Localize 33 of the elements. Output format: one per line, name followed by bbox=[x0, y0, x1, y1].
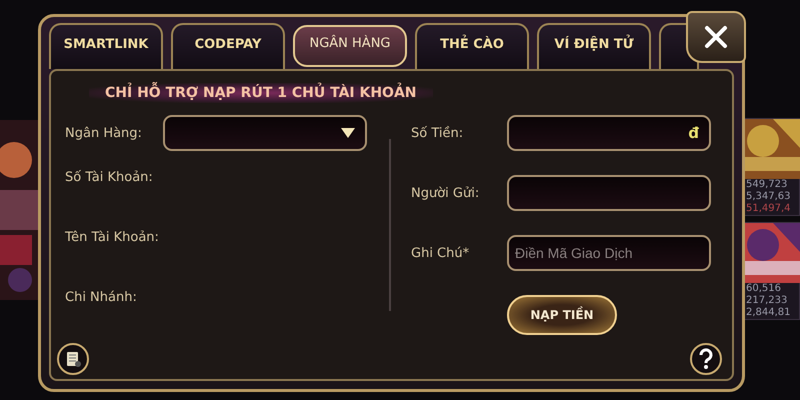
stat-value: 60,516 bbox=[745, 283, 782, 295]
tab[interactable]: NGÂN HÀNG bbox=[293, 25, 407, 67]
input-field[interactable] bbox=[507, 175, 711, 211]
field-label: Chi Nhánh: bbox=[65, 290, 138, 304]
close-button[interactable] bbox=[686, 11, 746, 63]
bank-dropdown[interactable] bbox=[163, 115, 367, 151]
history-button[interactable] bbox=[57, 343, 89, 375]
deposit-button[interactable]: NẠP TIỀN bbox=[507, 295, 617, 335]
input-field[interactable]: Điền Mã Giao Dịch bbox=[507, 235, 711, 271]
help-button[interactable] bbox=[690, 343, 722, 375]
tab[interactable]: VÍ ĐIỆN TỬ bbox=[537, 23, 651, 69]
question-icon bbox=[697, 348, 715, 370]
field-label: Người Gửi: bbox=[411, 186, 480, 200]
input-field[interactable]: đ bbox=[507, 115, 711, 151]
stat-value: 217,233 bbox=[745, 295, 788, 307]
notice-banner: CHỈ HỖ TRỢ NẠP RÚT 1 CHỦ TÀI KHOẢN bbox=[89, 83, 433, 103]
field-label: Số Tài Khoản: bbox=[65, 170, 154, 184]
stat-value: 2,844,81 bbox=[745, 307, 792, 319]
dropdown-arrow-icon bbox=[341, 128, 355, 138]
field-label: Ghi Chú* bbox=[411, 246, 470, 260]
field-label: Tên Tài Khoản: bbox=[65, 230, 160, 244]
game-tile[interactable]: 60,516 217,233 2,844,81 bbox=[742, 222, 800, 320]
close-icon bbox=[703, 24, 729, 50]
tab[interactable]: SMARTLINK bbox=[49, 23, 163, 69]
tab[interactable]: CODEPAY bbox=[171, 23, 285, 69]
field-label: Số Tiền: bbox=[411, 126, 464, 140]
field-label: Ngân Hàng: bbox=[65, 126, 143, 140]
stat-value: 51,497,4 bbox=[745, 203, 792, 215]
stat-value: 549,723 bbox=[745, 179, 788, 191]
game-tile[interactable]: 549,723 5,347,63 51,497,4 bbox=[742, 118, 800, 216]
document-icon bbox=[64, 350, 82, 368]
tab[interactable]: THẺ CÀO bbox=[415, 23, 529, 69]
stat-value: 5,347,63 bbox=[745, 191, 792, 203]
